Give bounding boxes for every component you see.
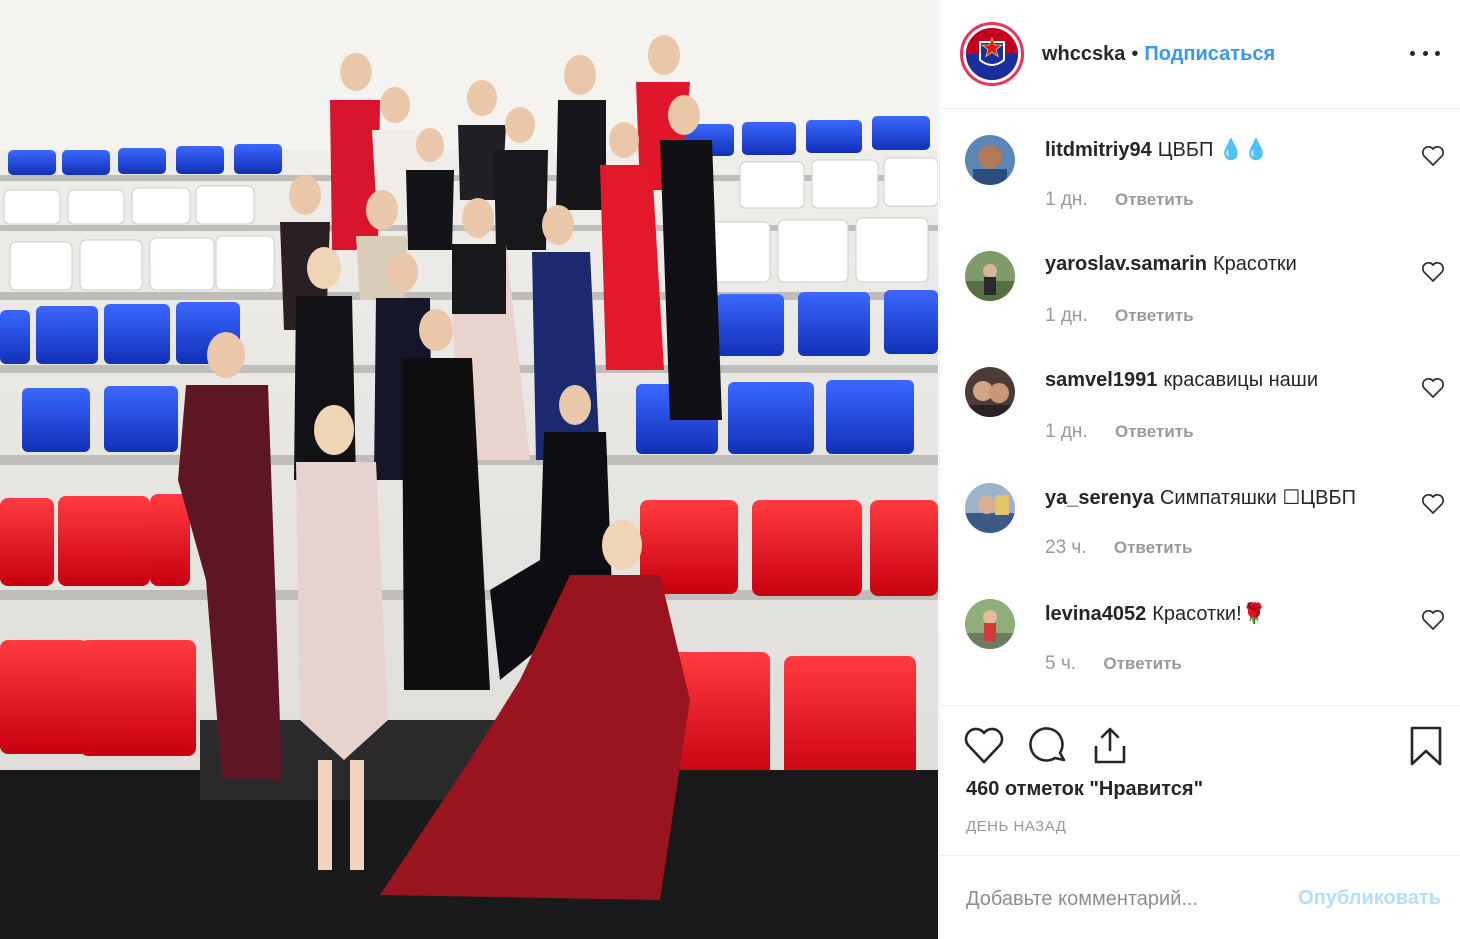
comment-text: ЦВБП 💧💧 (1157, 139, 1269, 161)
comment-text: Красотки!🌹 (1152, 603, 1267, 625)
comment-item: yaroslav.samarin Красотки 1 дн. Ответить (965, 241, 1445, 351)
add-comment-bar: Опубликовать (940, 855, 1460, 939)
comment-item: samvel1991 красавицы наши 1 дн. Ответить (965, 357, 1445, 467)
comment-username[interactable]: levina4052 (1045, 603, 1146, 625)
post-username[interactable]: whccska (1042, 43, 1125, 66)
reply-button[interactable]: Ответить (1115, 306, 1194, 325)
comment-username[interactable]: samvel1991 (1045, 369, 1157, 391)
comments-list[interactable]: litdmitriy94 ЦВБП 💧💧 1 дн. Ответить yaros… (940, 109, 1460, 706)
reply-button[interactable]: Ответить (1115, 190, 1194, 209)
comment-username[interactable]: yaroslav.samarin (1045, 253, 1207, 275)
post-sidebar: whccska • Подписаться litdmitriy94 ЦВБП 💧… (939, 0, 1460, 939)
comment-text: красавицы наши (1163, 369, 1319, 391)
comment-item: litdmitriy94 ЦВБП 💧💧 1 дн. Ответить (965, 125, 1445, 235)
comment-time[interactable]: 1 дн. (1045, 189, 1088, 210)
likes-count[interactable]: 460 отметок "Нравится" (966, 778, 1203, 801)
comment-input[interactable] (966, 882, 1286, 916)
comment-time[interactable]: 1 дн. (1045, 305, 1088, 326)
profile-avatar[interactable] (960, 22, 1024, 86)
bookmark-icon[interactable] (1404, 724, 1448, 768)
more-horizontal-icon[interactable] (1410, 40, 1440, 66)
heart-icon[interactable] (1421, 609, 1445, 631)
commenter-avatar[interactable] (965, 135, 1015, 185)
commenter-avatar[interactable] (965, 599, 1015, 649)
commenter-avatar[interactable] (965, 483, 1015, 533)
comment-item: levina4052 Красотки!🌹 5 ч. Ответить (965, 589, 1445, 699)
comment-username[interactable]: litdmitriy94 (1045, 139, 1152, 161)
post-photo[interactable] (0, 0, 938, 939)
comment-time[interactable]: 23 ч. (1045, 537, 1087, 558)
heart-icon[interactable] (1421, 493, 1445, 515)
commenter-avatar[interactable] (965, 367, 1015, 417)
comment-time[interactable]: 1 дн. (1045, 421, 1088, 442)
publish-button[interactable]: Опубликовать (1298, 887, 1441, 910)
comment-text: Красотки (1212, 253, 1297, 275)
heart-icon[interactable] (962, 724, 1006, 768)
heart-icon[interactable] (1421, 377, 1445, 399)
commenter-avatar[interactable] (965, 251, 1015, 301)
heart-icon[interactable] (1421, 145, 1445, 167)
reply-button[interactable]: Ответить (1103, 654, 1182, 673)
post-date[interactable]: ДЕНЬ НАЗАД (966, 818, 1066, 835)
follow-button[interactable]: Подписаться (1144, 43, 1275, 66)
comment-item: ya_serenya Симпатяшки ☐ЦВБП 23 ч. Ответит… (965, 473, 1445, 583)
comment-text: Симпатяшки ☐ЦВБП (1159, 487, 1356, 509)
post-header: whccska • Подписаться (940, 0, 1460, 109)
team-photo-image (0, 0, 938, 939)
share-icon[interactable] (1088, 724, 1132, 768)
post-actions (940, 716, 1460, 776)
reply-button[interactable]: Ответить (1115, 422, 1194, 441)
comment-username[interactable]: ya_serenya (1045, 487, 1154, 509)
cska-logo-icon (966, 28, 1018, 80)
separator-dot: • (1131, 42, 1139, 65)
comment-bubble-icon[interactable] (1026, 724, 1070, 768)
reply-button[interactable]: Ответить (1114, 538, 1193, 557)
comment-time[interactable]: 5 ч. (1045, 653, 1076, 674)
heart-icon[interactable] (1421, 261, 1445, 283)
